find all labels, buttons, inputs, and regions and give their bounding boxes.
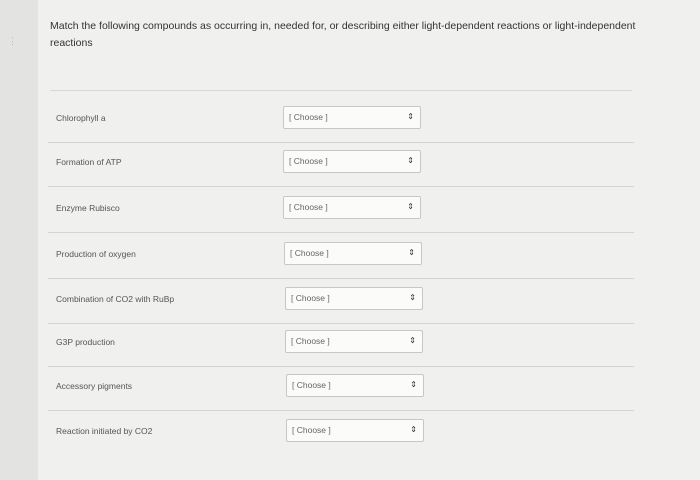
chevron-updown-icon: ⇕ (407, 156, 414, 165)
gutter-marker: ⋮ (8, 36, 17, 46)
match-row: Formation of ATP [ Choose ] ⇕ (48, 142, 634, 187)
chevron-updown-icon: ⇕ (410, 380, 417, 389)
chevron-updown-icon: ⇕ (408, 248, 415, 257)
choose-select[interactable]: [ Choose ] ⇕ (286, 374, 424, 397)
chevron-updown-icon: ⇕ (409, 336, 416, 345)
chevron-updown-icon: ⇕ (409, 293, 416, 302)
divider (50, 90, 632, 91)
choose-select[interactable]: [ Choose ] ⇕ (283, 106, 421, 129)
select-value: [ Choose ] (290, 248, 329, 258)
choose-select[interactable]: [ Choose ] ⇕ (283, 196, 421, 219)
match-row: Chlorophyll a [ Choose ] ⇕ (48, 98, 634, 143)
chevron-updown-icon: ⇕ (407, 202, 414, 211)
row-label: Production of oxygen (56, 249, 136, 259)
row-label: Formation of ATP (56, 157, 122, 167)
row-label: Combination of CO2 with RuBp (56, 294, 175, 304)
select-value: [ Choose ] (292, 380, 331, 390)
match-row: Reaction initiated by CO2 [ Choose ] ⇕ (48, 411, 634, 455)
question-card: Match the following compounds as occurri… (38, 0, 700, 480)
select-value: [ Choose ] (292, 425, 331, 435)
chevron-updown-icon: ⇕ (407, 112, 414, 121)
match-row: Production of oxygen [ Choose ] ⇕ (48, 234, 634, 279)
match-row: Enzyme Rubisco [ Choose ] ⇕ (48, 188, 634, 233)
row-label: Reaction initiated by CO2 (56, 426, 153, 436)
select-value: [ Choose ] (289, 156, 328, 166)
left-gutter: ⋮ (0, 0, 39, 480)
select-value: [ Choose ] (291, 293, 330, 303)
select-value: [ Choose ] (289, 202, 328, 212)
choose-select[interactable]: [ Choose ] ⇕ (284, 242, 422, 265)
match-row: G3P production [ Choose ] ⇕ (48, 322, 634, 367)
select-value: [ Choose ] (291, 336, 330, 346)
choose-select[interactable]: [ Choose ] ⇕ (286, 419, 424, 442)
question-prompt: Match the following compounds as occurri… (50, 20, 636, 49)
match-row: Accessory pigments [ Choose ] ⇕ (48, 366, 634, 411)
row-label: G3P production (56, 337, 115, 347)
choose-select[interactable]: [ Choose ] ⇕ (285, 287, 423, 310)
row-label: Chlorophyll a (56, 113, 106, 123)
chevron-updown-icon: ⇕ (410, 425, 417, 434)
row-label: Enzyme Rubisco (56, 203, 120, 213)
row-label: Accessory pigments (56, 381, 133, 391)
choose-select[interactable]: [ Choose ] ⇕ (283, 150, 421, 173)
select-value: [ Choose ] (289, 112, 328, 122)
choose-select[interactable]: [ Choose ] ⇕ (285, 330, 423, 353)
match-row: Combination of CO2 with RuBp [ Choose ] … (48, 279, 634, 324)
